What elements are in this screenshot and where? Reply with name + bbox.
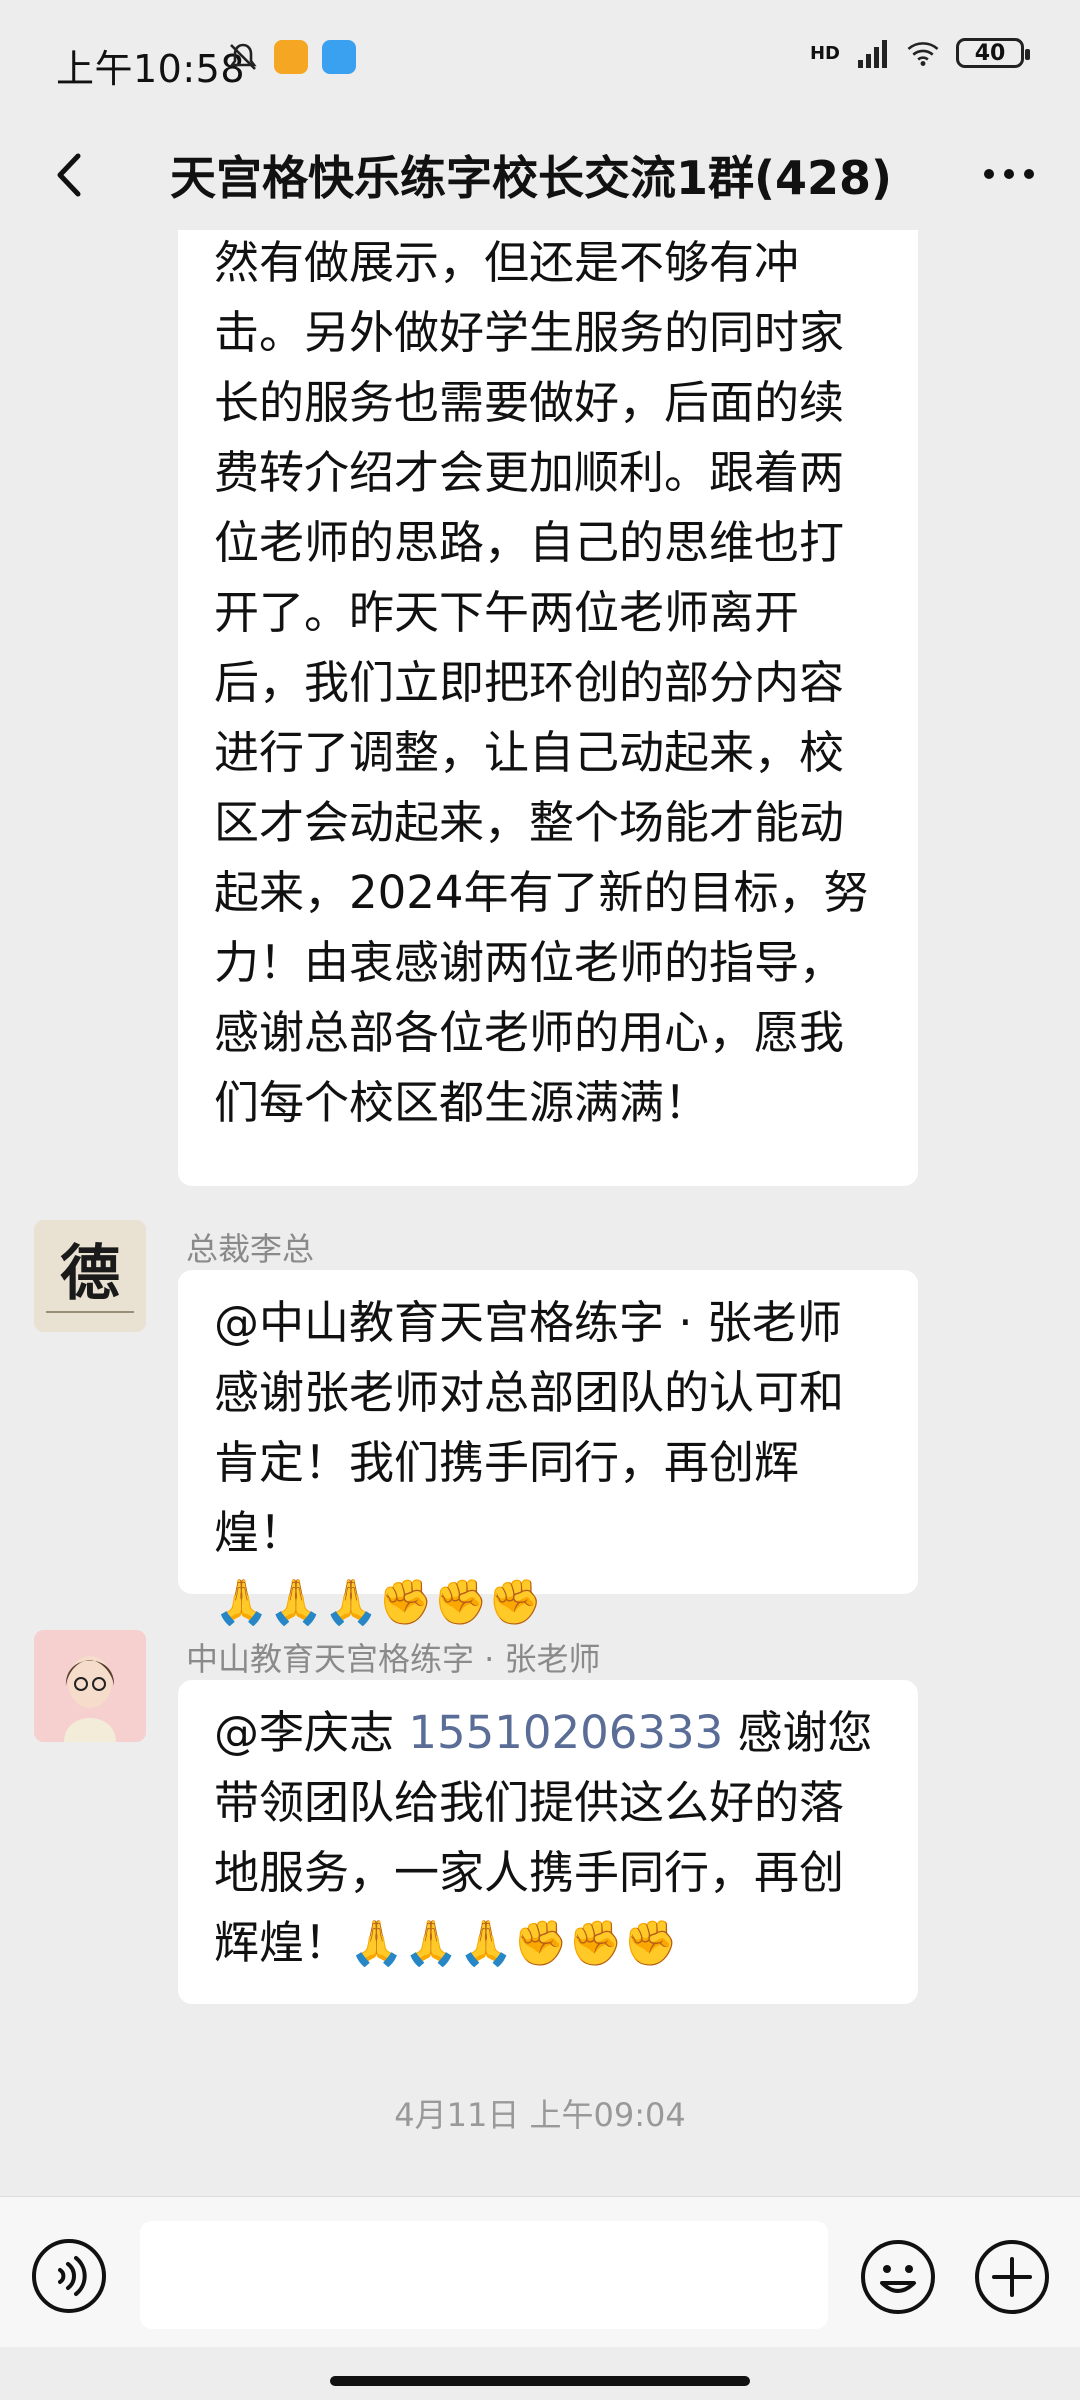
battery-icon: 40	[956, 38, 1030, 68]
home-indicator	[330, 2376, 750, 2386]
avatar[interactable]	[34, 1630, 146, 1742]
cloud-app-icon	[322, 40, 356, 74]
message-text: 然有做展示，但还是不够有冲击。另外做好学生服务的同时家长的服务也需要做好，后面的…	[214, 236, 869, 1129]
more-icon	[984, 169, 1034, 179]
status-icons-right: HD 40	[809, 36, 1030, 70]
timestamp: 4月11日 上午09:04	[394, 2096, 686, 2134]
message-input[interactable]	[140, 2221, 828, 2329]
user-avatar-icon	[34, 1630, 146, 1742]
phone-link[interactable]: 15510206333	[408, 1706, 723, 1759]
more-options-button-overlay[interactable]	[974, 144, 1044, 204]
message-bubble[interactable]: @中山教育天宫格练字 · 张老师 感谢张老师对总部团队的认可和肯定！我们携手同行…	[178, 1270, 918, 1628]
notification-app-icon	[274, 40, 308, 74]
sender-name: 总裁李总	[186, 1230, 315, 1268]
plus-icon	[975, 2240, 1049, 2314]
status-icons-left	[226, 40, 356, 74]
chat-header-overlay: 天宫格快乐练字校长交流1群(428)	[0, 120, 1080, 230]
message-bubble[interactable]: @李庆志 15510206333 感谢您带领团队给我们提供这么好的落地服务，一家…	[178, 1680, 918, 2004]
calligraphy-avatar-icon: 德	[34, 1220, 146, 1332]
avatar[interactable]: 德	[34, 1220, 146, 1332]
emoji-row: 🙏🙏🙏✊✊✊	[214, 1577, 543, 1628]
back-button-overlay[interactable]	[36, 140, 106, 210]
input-bar	[0, 2196, 1080, 2347]
add-button[interactable]	[972, 2237, 1052, 2317]
emoji-row: 🙏🙏🙏✊✊✊	[349, 1918, 678, 1969]
avatar-char: 德	[60, 1239, 120, 1309]
bell-off-icon	[226, 40, 260, 74]
voice-icon	[32, 2239, 106, 2313]
message-bubble[interactable]: 然有做展示，但还是不够有冲击。另外做好学生服务的同时家长的服务也需要做好，后面的…	[178, 180, 918, 1186]
status-time: 上午10:58	[56, 47, 246, 91]
voice-button[interactable]	[30, 2237, 108, 2315]
mention-text: @李庆志	[214, 1706, 409, 1759]
emoji-icon	[861, 2240, 935, 2314]
message-text: @中山教育天宫格练字 · 张老师 感谢张老师对总部团队的认可和肯定！我们携手同行…	[214, 1296, 845, 1559]
status-bar: 上午10:58 HD 40	[0, 0, 1080, 120]
chevron-left-icon	[57, 153, 81, 197]
signal-icon	[856, 36, 890, 70]
sender-name: 中山教育天宫格练字 · 张老师	[186, 1640, 601, 1678]
chat-title-overlay: 天宫格快乐练字校长交流1群(428)	[170, 151, 893, 205]
wifi-icon	[906, 36, 940, 70]
emoji-button[interactable]	[858, 2237, 938, 2317]
hd-label: HD	[809, 42, 840, 64]
